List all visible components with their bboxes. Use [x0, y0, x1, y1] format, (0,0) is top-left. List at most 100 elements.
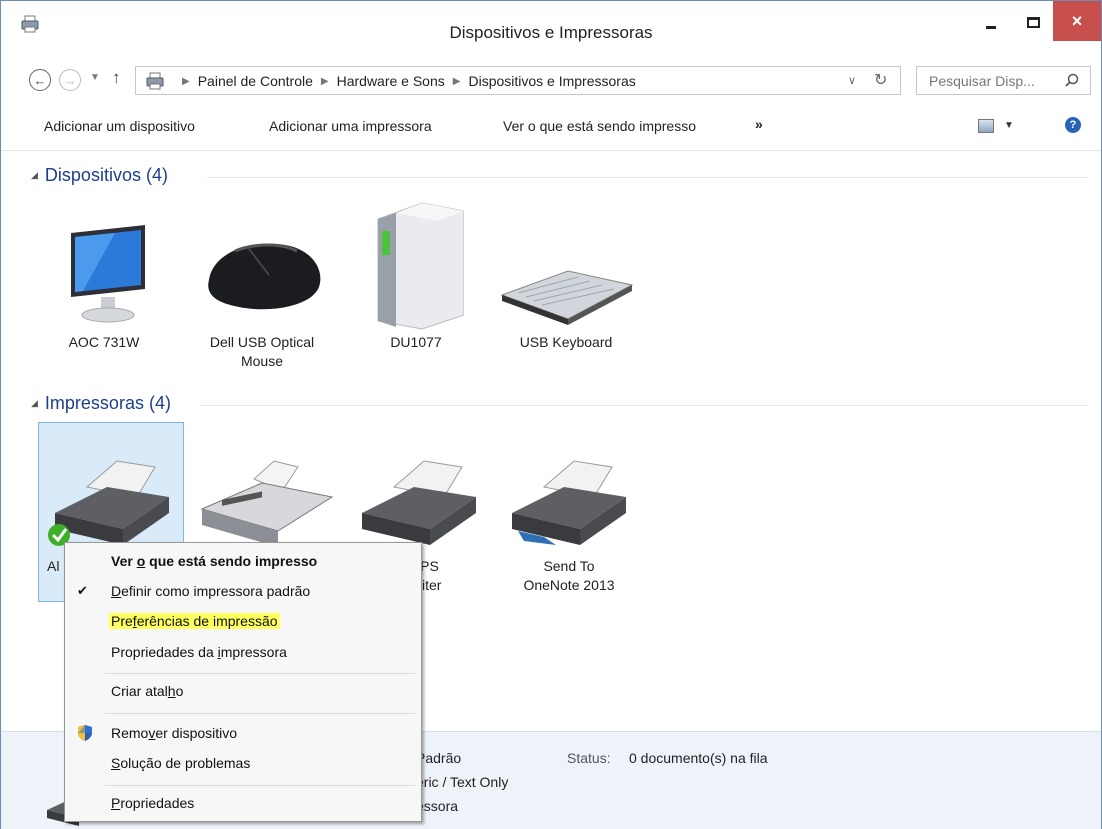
search-input[interactable]: Pesquisar Disp...	[916, 66, 1091, 95]
arrow-left-icon: ←	[33, 72, 47, 88]
breadcrumb-separator-icon[interactable]: ▶	[182, 76, 190, 87]
monitor-icon	[71, 225, 145, 323]
menu-item-set-default[interactable]: Definir como impressora padrão	[111, 583, 310, 599]
printer-default-icon	[48, 460, 169, 546]
breadcrumb-separator-icon[interactable]: ▶	[453, 76, 461, 87]
address-row: ← → ▼ ↑ ▶ Painel de Controle ▶ Hardware …	[1, 61, 1101, 97]
device-item-keyboard[interactable]: USB Keyboard	[496, 215, 636, 375]
minimize-icon	[986, 25, 996, 29]
arrow-right-icon: →	[63, 72, 77, 88]
add-device-button[interactable]: Adicionar um dispositivo	[44, 118, 195, 134]
device-label: DU1077	[390, 334, 442, 350]
highlight-marker: Preferências de impressão	[109, 613, 280, 629]
forward-button[interactable]: →	[59, 69, 81, 91]
collapse-triangle-icon[interactable]: ◢	[31, 170, 38, 181]
window-title: Dispositivos e Impressoras	[449, 23, 653, 42]
menu-item-text: o	[175, 683, 184, 699]
collapse-triangle-icon[interactable]: ◢	[31, 398, 38, 409]
shield-icon	[78, 725, 92, 741]
menu-item-create-shortcut[interactable]: Criar atalho	[111, 683, 183, 699]
back-button[interactable]: ←	[29, 69, 51, 91]
close-button[interactable]: ×	[1053, 1, 1101, 41]
menu-item-accel: S	[111, 755, 121, 771]
menu-item-troubleshoot[interactable]: Solução de problemas	[111, 755, 250, 771]
device-item-mouse[interactable]: Dell USB Optical Mouse	[189, 215, 335, 375]
refresh-icon[interactable]: ↻	[874, 70, 887, 90]
help-icon[interactable]: ?	[1065, 117, 1081, 133]
printers-group-header[interactable]: ◢ Impressoras (4)	[31, 393, 171, 414]
control-panel-icon	[146, 72, 164, 90]
details-status-value: 0 documento(s) na fila	[629, 750, 768, 766]
menu-item-text: mpressora	[220, 644, 287, 660]
details-category-value: essora	[416, 798, 459, 814]
device-label: USB Keyboard	[519, 334, 613, 350]
device-label: Dell USB Optical Mouse	[209, 334, 315, 369]
address-bar[interactable]: ▶ Painel de Controle ▶ Hardware e Sons ▶…	[135, 66, 901, 95]
device-item-monitor[interactable]: AOC 731W	[49, 215, 159, 375]
keyboard-icon	[500, 270, 634, 325]
close-icon: ×	[1071, 10, 1083, 31]
menu-item-text: Ver	[111, 553, 137, 569]
breadcrumb-hardware-sound[interactable]: Hardware e Sons	[337, 73, 445, 89]
menu-separator	[105, 713, 415, 714]
see-printing-button[interactable]: Ver o que está sendo impresso	[503, 118, 696, 134]
context-menu: Ver o que está sendo impresso ✔ Definir …	[64, 542, 422, 822]
printer-icon	[362, 460, 476, 545]
fax-icon	[200, 460, 334, 547]
menu-item-properties[interactable]: Propriedades	[111, 795, 194, 811]
menu-item-text: Pre	[111, 613, 133, 629]
mouse-icon	[208, 243, 321, 310]
details-model-value: eric / Text Only	[416, 774, 509, 790]
command-bar: Adicionar um dispositivo Adicionar uma i…	[1, 101, 1101, 151]
recent-locations-dropdown[interactable]: ▼	[90, 72, 100, 83]
menu-item-see-printing[interactable]: Ver o que está sendo impresso	[111, 553, 317, 569]
menu-item-text: erências de impressão	[136, 613, 278, 629]
menu-item-accel: o	[136, 553, 146, 569]
breadcrumb-separator-icon[interactable]: ▶	[321, 76, 329, 87]
change-view-icon[interactable]	[978, 119, 994, 133]
maximize-button[interactable]	[1013, 1, 1053, 43]
menu-item-remove-device[interactable]: Remover dispositivo	[111, 725, 237, 741]
devices-group-label: Dispositivos (4)	[44, 165, 168, 185]
up-button[interactable]: ↑	[112, 68, 121, 88]
menu-item-text: olução de problemas	[120, 755, 251, 771]
menu-item-print-preferences[interactable]: Preferências de impressão	[109, 613, 280, 629]
group-divider	[207, 177, 1087, 178]
menu-separator	[105, 785, 415, 786]
group-divider	[201, 405, 1087, 406]
devices-and-printers-window: Dispositivos e Impressoras × ← → ▼ ↑ ▶ P…	[0, 0, 1102, 829]
menu-item-printer-properties[interactable]: Propriedades da impressora	[111, 644, 287, 660]
search-placeholder: Pesquisar Disp...	[929, 73, 1035, 89]
menu-item-text: Criar atal	[111, 683, 168, 699]
printer-onenote-icon	[512, 460, 626, 545]
printer-label-line1: Send To	[543, 558, 595, 574]
menu-item-accel: P	[111, 795, 121, 811]
menu-separator	[105, 673, 415, 674]
printers-group-label: Impressoras (4)	[44, 393, 171, 413]
menu-item-accel: h	[167, 683, 176, 699]
minimize-button[interactable]	[969, 1, 1013, 43]
add-printer-button[interactable]: Adicionar uma impressora	[269, 118, 432, 134]
device-item-tower[interactable]: DU1077	[356, 197, 476, 375]
devices-group-header[interactable]: ◢ Dispositivos (4)	[31, 165, 168, 186]
breadcrumb-control-panel[interactable]: Painel de Controle	[198, 73, 313, 89]
menu-item-text: efinir como impressora padrão	[121, 583, 311, 599]
printer-item-onenote[interactable]: Send To OneNote 2013	[496, 451, 642, 593]
search-icon[interactable]	[1065, 73, 1079, 87]
menu-item-text: Propriedades da	[111, 644, 218, 660]
menu-item-text: er dispositivo	[155, 725, 238, 741]
address-dropdown-icon[interactable]: ∨	[848, 74, 856, 87]
arrow-up-icon: ↑	[112, 68, 121, 87]
tower-pc-icon	[377, 202, 464, 330]
more-commands-button[interactable]: »	[755, 116, 763, 132]
breadcrumb-devices-printers[interactable]: Dispositivos e Impressoras	[468, 73, 635, 89]
menu-item-accel: D	[111, 583, 122, 599]
view-options-dropdown[interactable]: ▼	[1004, 120, 1014, 131]
details-status-key: Status:	[567, 750, 611, 766]
breadcrumb: ▶ Painel de Controle ▶ Hardware e Sons ▶…	[174, 73, 636, 89]
maximize-icon	[1026, 16, 1040, 28]
menu-item-text: que está sendo impresso	[145, 553, 318, 569]
menu-item-text: Remo	[111, 725, 149, 741]
checkmark-icon: ✔	[77, 583, 88, 598]
printer-label-line2: OneNote 2013	[523, 577, 615, 593]
